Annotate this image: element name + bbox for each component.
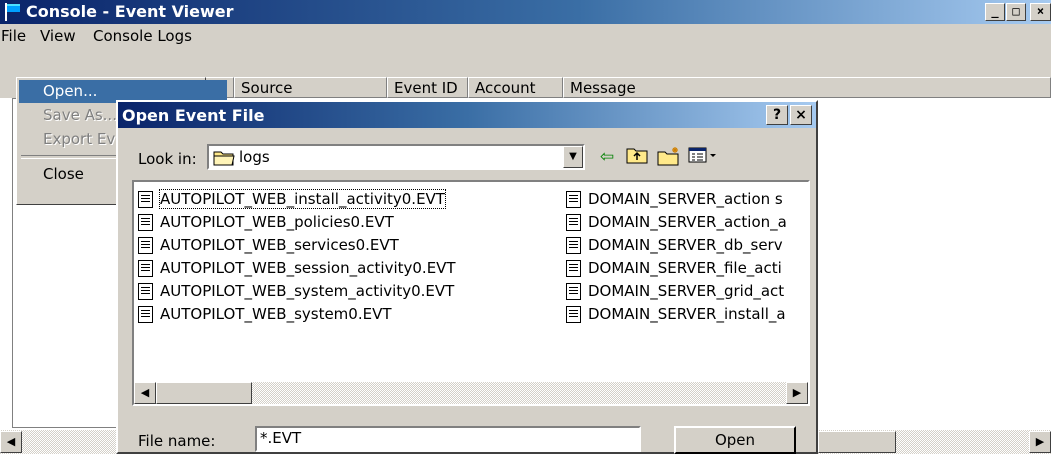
scroll-right-button[interactable]: ▶ (786, 382, 808, 404)
file-name-text: DOMAIN_SERVER_install_a (588, 305, 786, 323)
file-name-label: File name: (138, 432, 216, 450)
new-folder-icon[interactable] (656, 146, 682, 168)
menu-bar: File View Console Logs (0, 24, 1051, 47)
file-name-text: DOMAIN_SERVER_action_a (588, 213, 787, 231)
help-button[interactable]: ? (766, 105, 788, 125)
open-event-file-dialog: Open Event File ? × Look in: logs ▼ ⇦ AU… (116, 100, 818, 454)
column-header-source[interactable]: Source (234, 77, 387, 98)
list-item[interactable]: AUTOPILOT_WEB_policies0.EVT (136, 211, 456, 234)
event-log-file-icon (138, 191, 153, 208)
column-header-event-id[interactable]: Event ID (387, 77, 468, 98)
look-in-label: Look in: (138, 150, 197, 168)
file-name-text: DOMAIN_SERVER_db_serv (588, 236, 783, 254)
file-name-text: AUTOPILOT_WEB_policies0.EVT (160, 213, 394, 231)
scroll-left-button[interactable]: ◀ (0, 431, 22, 453)
list-item[interactable]: AUTOPILOT_WEB_services0.EVT (136, 234, 456, 257)
dialog-close-button[interactable]: × (790, 105, 812, 125)
event-log-file-icon (138, 283, 153, 300)
dialog-title-bar: Open Event File ? × (118, 102, 816, 128)
event-log-file-icon (566, 237, 581, 254)
main-title-bar: Console - Event Viewer _ □ × (0, 0, 1051, 24)
menu-view[interactable]: View (40, 27, 76, 45)
maximize-button[interactable]: □ (1006, 3, 1026, 21)
list-item[interactable]: DOMAIN_SERVER_db_serv (564, 234, 787, 257)
event-list-header: Source Event ID Account Message (205, 77, 1051, 98)
list-item[interactable]: AUTOPILOT_WEB_system_activity0.EVT (136, 280, 456, 303)
file-name-text: AUTOPILOT_WEB_install_activity0.EVT (159, 189, 446, 209)
file-name-text: AUTOPILOT_WEB_system0.EVT (160, 305, 392, 323)
file-list[interactable]: AUTOPILOT_WEB_install_activity0.EVT AUTO… (132, 180, 810, 406)
open-button[interactable]: Open (674, 426, 796, 454)
menu-file[interactable]: File (1, 27, 26, 45)
view-menu-icon[interactable] (686, 146, 720, 168)
list-item[interactable]: DOMAIN_SERVER_file_acti (564, 257, 787, 280)
event-log-file-icon (566, 191, 581, 208)
chevron-down-icon[interactable]: ▼ (563, 146, 583, 168)
minimize-button[interactable]: _ (985, 3, 1005, 21)
column-header-account[interactable]: Account (468, 77, 563, 98)
close-button[interactable]: × (1030, 3, 1051, 21)
list-item[interactable]: DOMAIN_SERVER_action_a (564, 211, 787, 234)
window-title: Console - Event Viewer (26, 2, 234, 21)
file-name-text: DOMAIN_SERVER_file_acti (588, 259, 782, 277)
look-in-value: logs (239, 148, 270, 166)
file-name-text: AUTOPILOT_WEB_system_activity0.EVT (160, 282, 455, 300)
up-folder-icon[interactable] (624, 146, 650, 168)
back-icon[interactable]: ⇦ (594, 146, 620, 168)
scroll-right-button[interactable]: ▶ (1029, 431, 1051, 453)
list-item[interactable]: DOMAIN_SERVER_install_a (564, 303, 787, 326)
event-log-file-icon (138, 260, 153, 277)
menu-console-logs[interactable]: Console Logs (93, 27, 192, 45)
event-log-file-icon (138, 237, 153, 254)
event-log-file-icon (566, 283, 581, 300)
scroll-thumb[interactable] (818, 431, 896, 453)
folder-icon (213, 151, 235, 166)
file-list-horizontal-scrollbar[interactable]: ◀ ▶ (134, 382, 808, 404)
column-header-message[interactable]: Message (563, 77, 1051, 98)
event-viewer-flag-icon (5, 3, 20, 21)
dialog-title: Open Event File (122, 106, 265, 125)
list-item[interactable]: AUTOPILOT_WEB_session_activity0.EVT (136, 257, 456, 280)
event-log-file-icon (138, 214, 153, 231)
event-log-file-icon (566, 306, 581, 323)
file-list-column-2: DOMAIN_SERVER_action s DOMAIN_SERVER_act… (564, 188, 787, 326)
file-name-text: DOMAIN_SERVER_action s (588, 190, 783, 208)
list-item[interactable]: AUTOPILOT_WEB_install_activity0.EVT (136, 188, 456, 211)
file-name-input[interactable]: *.EVT (255, 426, 641, 452)
look-in-combo[interactable]: logs ▼ (207, 144, 585, 170)
event-log-file-icon (566, 214, 581, 231)
scroll-thumb[interactable] (156, 382, 252, 404)
event-log-file-icon (138, 306, 153, 323)
event-log-file-icon (566, 260, 581, 277)
list-item[interactable]: DOMAIN_SERVER_action s (564, 188, 787, 211)
file-list-column-1: AUTOPILOT_WEB_install_activity0.EVT AUTO… (136, 188, 456, 326)
file-name-text: DOMAIN_SERVER_grid_act (588, 282, 785, 300)
file-name-text: AUTOPILOT_WEB_services0.EVT (160, 236, 399, 254)
list-item[interactable]: DOMAIN_SERVER_grid_act (564, 280, 787, 303)
list-item[interactable]: AUTOPILOT_WEB_system0.EVT (136, 303, 456, 326)
file-name-text: AUTOPILOT_WEB_session_activity0.EVT (160, 259, 456, 277)
scroll-left-button[interactable]: ◀ (134, 382, 156, 404)
